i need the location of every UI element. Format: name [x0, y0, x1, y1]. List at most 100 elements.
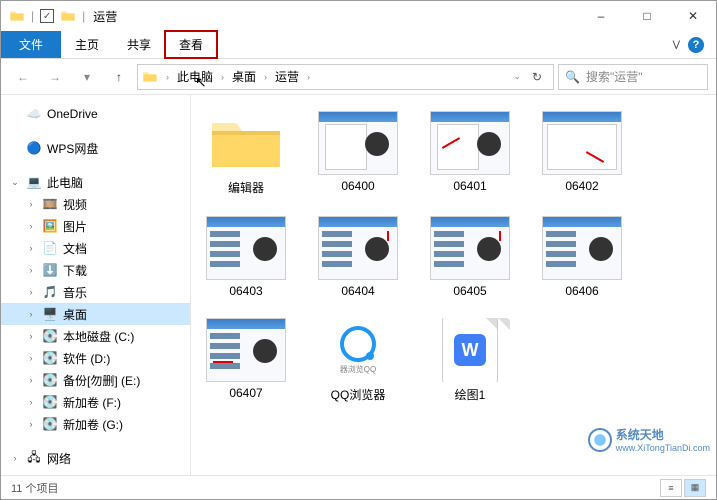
watermark: 系统天地 www.XiTongTianDi.com — [588, 426, 710, 453]
file-list-pane[interactable]: 编辑器 06400 06401 — [191, 95, 716, 475]
expand-ribbon-icon[interactable]: ⋁ — [673, 39, 680, 50]
chevron-right-icon[interactable]: › — [305, 72, 312, 82]
item-label: 绘图1 — [427, 386, 513, 403]
file-item[interactable]: 06404 — [315, 216, 401, 298]
downloads-icon: ⬇️ — [41, 263, 59, 277]
file-item[interactable]: 06405 — [427, 216, 513, 298]
file-item[interactable]: 06406 — [539, 216, 625, 298]
forward-button[interactable]: → — [41, 63, 69, 91]
tab-view[interactable]: 查看 — [165, 31, 217, 58]
folder-icon — [206, 111, 286, 175]
file-item[interactable]: 06403 — [203, 216, 289, 298]
view-switcher: ≡ ▦ — [660, 479, 706, 497]
sidebar-label: 网络 — [47, 450, 71, 467]
sidebar-thispc[interactable]: ⌄💻此电脑 — [1, 171, 190, 193]
desktop-icon: 🖥️ — [41, 307, 59, 321]
chevron-right-icon[interactable]: › — [25, 221, 37, 231]
help-button[interactable]: ? — [688, 37, 704, 53]
screenshot-thumbnail — [542, 111, 622, 175]
items-grid: 编辑器 06400 06401 — [203, 111, 704, 403]
quick-access-toolbar: | ✓ | — [9, 8, 85, 24]
chevron-right-icon[interactable]: › — [25, 375, 37, 385]
chevron-right-icon[interactable]: › — [25, 397, 37, 407]
wps-doc-icon: W — [430, 318, 510, 382]
sidebar-network[interactable]: ›🖧网络 — [1, 447, 190, 469]
chevron-down-icon[interactable]: ⌄ — [9, 177, 21, 188]
pc-icon: 💻 — [25, 175, 43, 189]
watermark-url: www.XiTongTianDi.com — [616, 443, 710, 453]
chevron-right-icon[interactable]: › — [164, 72, 171, 82]
file-item[interactable]: 06400 — [315, 111, 401, 196]
chevron-right-icon[interactable]: › — [25, 309, 37, 319]
tab-share[interactable]: 共享 — [113, 31, 165, 58]
minimize-button[interactable]: – — [578, 1, 624, 31]
screenshot-thumbnail — [430, 111, 510, 175]
chevron-right-icon[interactable]: › — [25, 287, 37, 297]
sidebar-disk-f[interactable]: ›💽新加卷 (F:) — [1, 391, 190, 413]
folder-item[interactable]: 编辑器 — [203, 111, 289, 196]
chevron-right-icon[interactable]: › — [25, 199, 37, 209]
item-label: 06406 — [539, 284, 625, 298]
sidebar-disk-d[interactable]: ›💽软件 (D:) — [1, 347, 190, 369]
chevron-right-icon[interactable]: › — [262, 72, 269, 82]
file-item[interactable]: 06401 — [427, 111, 513, 196]
file-item[interactable]: 06402 — [539, 111, 625, 196]
screenshot-thumbnail — [318, 216, 398, 280]
separator: | — [31, 9, 34, 23]
screenshot-thumbnail — [430, 216, 510, 280]
document-item[interactable]: W 绘图1 — [427, 318, 513, 403]
sidebar-videos[interactable]: ›🎞️视频 — [1, 193, 190, 215]
navigation-pane[interactable]: ☁️OneDrive 🔵WPS网盘 ⌄💻此电脑 ›🎞️视频 ›🖼️图片 ›📄文档… — [1, 95, 191, 475]
main-area: ☁️OneDrive 🔵WPS网盘 ⌄💻此电脑 ›🎞️视频 ›🖼️图片 ›📄文档… — [1, 95, 716, 475]
tab-home[interactable]: 主页 — [61, 31, 113, 58]
recent-button[interactable]: ▾ — [73, 63, 101, 91]
chevron-right-icon[interactable]: › — [25, 331, 37, 341]
music-icon: 🎵 — [41, 285, 59, 299]
sidebar-desktop[interactable]: › 🖥️ 桌面 — [1, 303, 190, 325]
checkbox-icon[interactable]: ✓ — [40, 9, 54, 23]
sidebar-onedrive[interactable]: ☁️OneDrive — [1, 103, 190, 125]
sidebar-downloads[interactable]: › ⬇️ 下载 — [1, 259, 190, 281]
search-input[interactable]: 🔍 搜索"运营" — [558, 64, 708, 90]
breadcrumb-thispc[interactable]: 此电脑 — [173, 66, 217, 87]
chevron-right-icon[interactable]: › — [25, 419, 37, 429]
close-button[interactable]: ✕ — [670, 1, 716, 31]
folder-icon — [9, 8, 25, 24]
chevron-right-icon[interactable]: › — [25, 265, 37, 275]
sidebar-disk-e[interactable]: ›💽备份[勿删] (E:) — [1, 369, 190, 391]
ribbon-right: ⋁ ? — [661, 31, 716, 58]
item-label: 06405 — [427, 284, 513, 298]
screenshot-thumbnail — [206, 318, 286, 382]
sidebar-label: 桌面 — [63, 306, 87, 323]
pictures-icon: 🖼️ — [41, 219, 59, 233]
sidebar-pictures[interactable]: ›🖼️图片 — [1, 215, 190, 237]
chevron-right-icon[interactable]: › — [219, 72, 226, 82]
window-controls: – □ ✕ — [578, 1, 716, 31]
app-item[interactable]: 器浏览QQ QQ浏览器 — [315, 318, 401, 403]
details-view-button[interactable]: ≡ — [660, 479, 682, 497]
sidebar-label: 下载 — [63, 262, 87, 279]
breadcrumb-current[interactable]: 运营 — [271, 66, 303, 87]
back-button[interactable]: ← — [9, 63, 37, 91]
sidebar-disk-c[interactable]: ›💽本地磁盘 (C:) — [1, 325, 190, 347]
chevron-right-icon[interactable]: › — [25, 353, 37, 363]
item-label: 06401 — [427, 179, 513, 193]
chevron-right-icon[interactable]: › — [25, 243, 37, 253]
breadcrumb-desktop[interactable]: 桌面 — [228, 66, 260, 87]
search-icon: 🔍 — [565, 70, 580, 84]
up-button[interactable]: ↑ — [105, 63, 133, 91]
maximize-button[interactable]: □ — [624, 1, 670, 31]
address-bar[interactable]: › 此电脑 › 桌面 › 运营 › ⌄ ↻ — [137, 64, 554, 90]
sidebar-music[interactable]: ›🎵音乐 — [1, 281, 190, 303]
history-dropdown-icon[interactable]: ⌄ — [511, 71, 523, 82]
sidebar-wps[interactable]: 🔵WPS网盘 — [1, 137, 190, 159]
chevron-right-icon[interactable]: › — [9, 453, 21, 463]
window-title: 运营 — [93, 8, 117, 25]
tab-file[interactable]: 文件 — [1, 31, 61, 58]
file-item[interactable]: 06407 — [203, 318, 289, 403]
refresh-button[interactable]: ↻ — [525, 65, 549, 89]
search-placeholder: 搜索"运营" — [586, 68, 643, 85]
sidebar-documents[interactable]: ›📄文档 — [1, 237, 190, 259]
sidebar-disk-g[interactable]: ›💽新加卷 (G:) — [1, 413, 190, 435]
thumbnails-view-button[interactable]: ▦ — [684, 479, 706, 497]
